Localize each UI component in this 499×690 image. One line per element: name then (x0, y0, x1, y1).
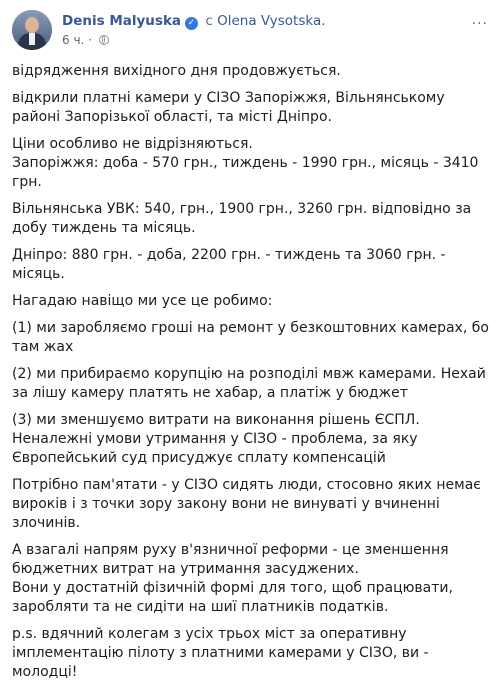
post-paragraph: відкрили платні камери у СІЗО Запоріжжя,… (12, 90, 445, 125)
post-header: Denis Malyuska ✓ с Olena Vysotska. 6 ч. ·… (12, 10, 492, 50)
tagged-user-link[interactable]: Olena Vysotska. (217, 13, 325, 29)
post-paragraph: Потрібно пам'ятати - у СІЗО сидять люди,… (12, 477, 481, 531)
post-timestamp[interactable]: 6 ч. (62, 33, 84, 47)
post-paragraph: відрядження вихідного дня продовжується. (12, 63, 341, 79)
author-name[interactable]: Denis Malyuska (62, 13, 181, 29)
post-paragraph: Дніпро: 880 грн. - доба, 2200 грн. - тиж… (12, 247, 446, 282)
post-meta: 6 ч. · (62, 32, 109, 48)
more-options-icon[interactable]: ··· (472, 16, 488, 32)
post-paragraph: p.s. вдячний колегам з усіх трьох міст з… (12, 626, 429, 680)
facebook-post: Denis Malyuska ✓ с Olena Vysotska. 6 ч. ·… (0, 0, 499, 680)
globe-icon[interactable] (98, 35, 109, 45)
verified-badge-icon: ✓ (185, 17, 199, 30)
post-paragraph: А взагалі напрям руху в'язничної реформи… (12, 542, 453, 615)
post-paragraph: (2) ми прибираємо корупцію на розподілі … (12, 366, 486, 401)
meta-separator: · (88, 33, 93, 47)
post-paragraph: (1) ми заробляємо гроші на ремонт у безк… (12, 320, 489, 355)
post-paragraph: Нагадаю навіщо ми усе це робимо: (12, 293, 273, 309)
author-avatar[interactable] (12, 10, 52, 50)
with-label: с (205, 13, 213, 29)
author-line: Denis Malyuska ✓ с Olena Vysotska. (62, 12, 326, 30)
post-paragraph: Вільнянська УВК: 540, грн., 1900 грн., 3… (12, 201, 472, 236)
post-body: відрядження вихідного дня продовжується.… (12, 62, 490, 690)
post-paragraph: Ціни особливо не відрізняються. Запоріжжя… (12, 136, 479, 190)
post-paragraph: (3) ми зменшуємо витрати на виконання рі… (12, 412, 420, 466)
